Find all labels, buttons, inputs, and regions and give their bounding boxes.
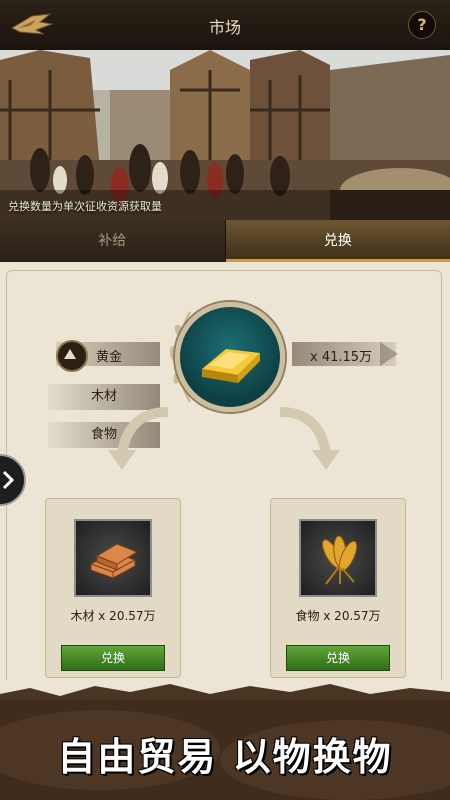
- exchange-food-button[interactable]: 兑换: [286, 645, 390, 671]
- food-amount-label: 食物 x 20.57万: [295, 609, 381, 623]
- target-card-food: 食物 x 20.57万 兑换: [270, 498, 406, 678]
- toggle-resource-button[interactable]: [56, 340, 88, 372]
- market-scene-image: [0, 50, 450, 220]
- wood-card-image: [74, 519, 152, 597]
- tab-supply[interactable]: 补给: [0, 220, 226, 262]
- promo-slogan: 自由贸易 以物换物: [57, 735, 393, 779]
- tab-bar: 补给 兑换: [0, 220, 450, 262]
- market-banner: 兑换数量为单次征收资源获取量: [0, 50, 450, 220]
- banner-caption: 兑换数量为单次征收资源获取量: [8, 200, 162, 213]
- wood-amount-label: 木材 x 20.57万: [70, 609, 156, 623]
- gold-bar-icon: [202, 349, 260, 383]
- target-card-wood: 木材 x 20.57万 兑换: [45, 498, 181, 678]
- source-resource-icon: [175, 302, 285, 412]
- exchange-wood-button[interactable]: 兑换: [61, 645, 165, 671]
- wheat-icon: [321, 535, 358, 585]
- help-button[interactable]: ?: [408, 11, 436, 39]
- triangle-up-icon: [64, 349, 76, 359]
- page-title: 市场: [208, 18, 241, 37]
- strip-arrow-icon: [380, 342, 398, 366]
- wood-planks-icon: [89, 543, 139, 579]
- arrow-left-down-icon: [108, 407, 169, 470]
- tab-exchange[interactable]: 兑换: [225, 220, 450, 262]
- chevron-right-icon: [2, 470, 14, 490]
- food-card-image: [299, 519, 377, 597]
- source-amount: x 41.15万: [310, 350, 373, 365]
- top-bar: 市场 ?: [0, 0, 450, 51]
- exchange-panel: 黄金 木材 食物 x 41.15万 木材 x 20.57万 兑换 食物 x 20…: [0, 262, 450, 692]
- source-resource-label: 黄金: [96, 350, 123, 365]
- arrow-right-down-icon: [279, 407, 340, 470]
